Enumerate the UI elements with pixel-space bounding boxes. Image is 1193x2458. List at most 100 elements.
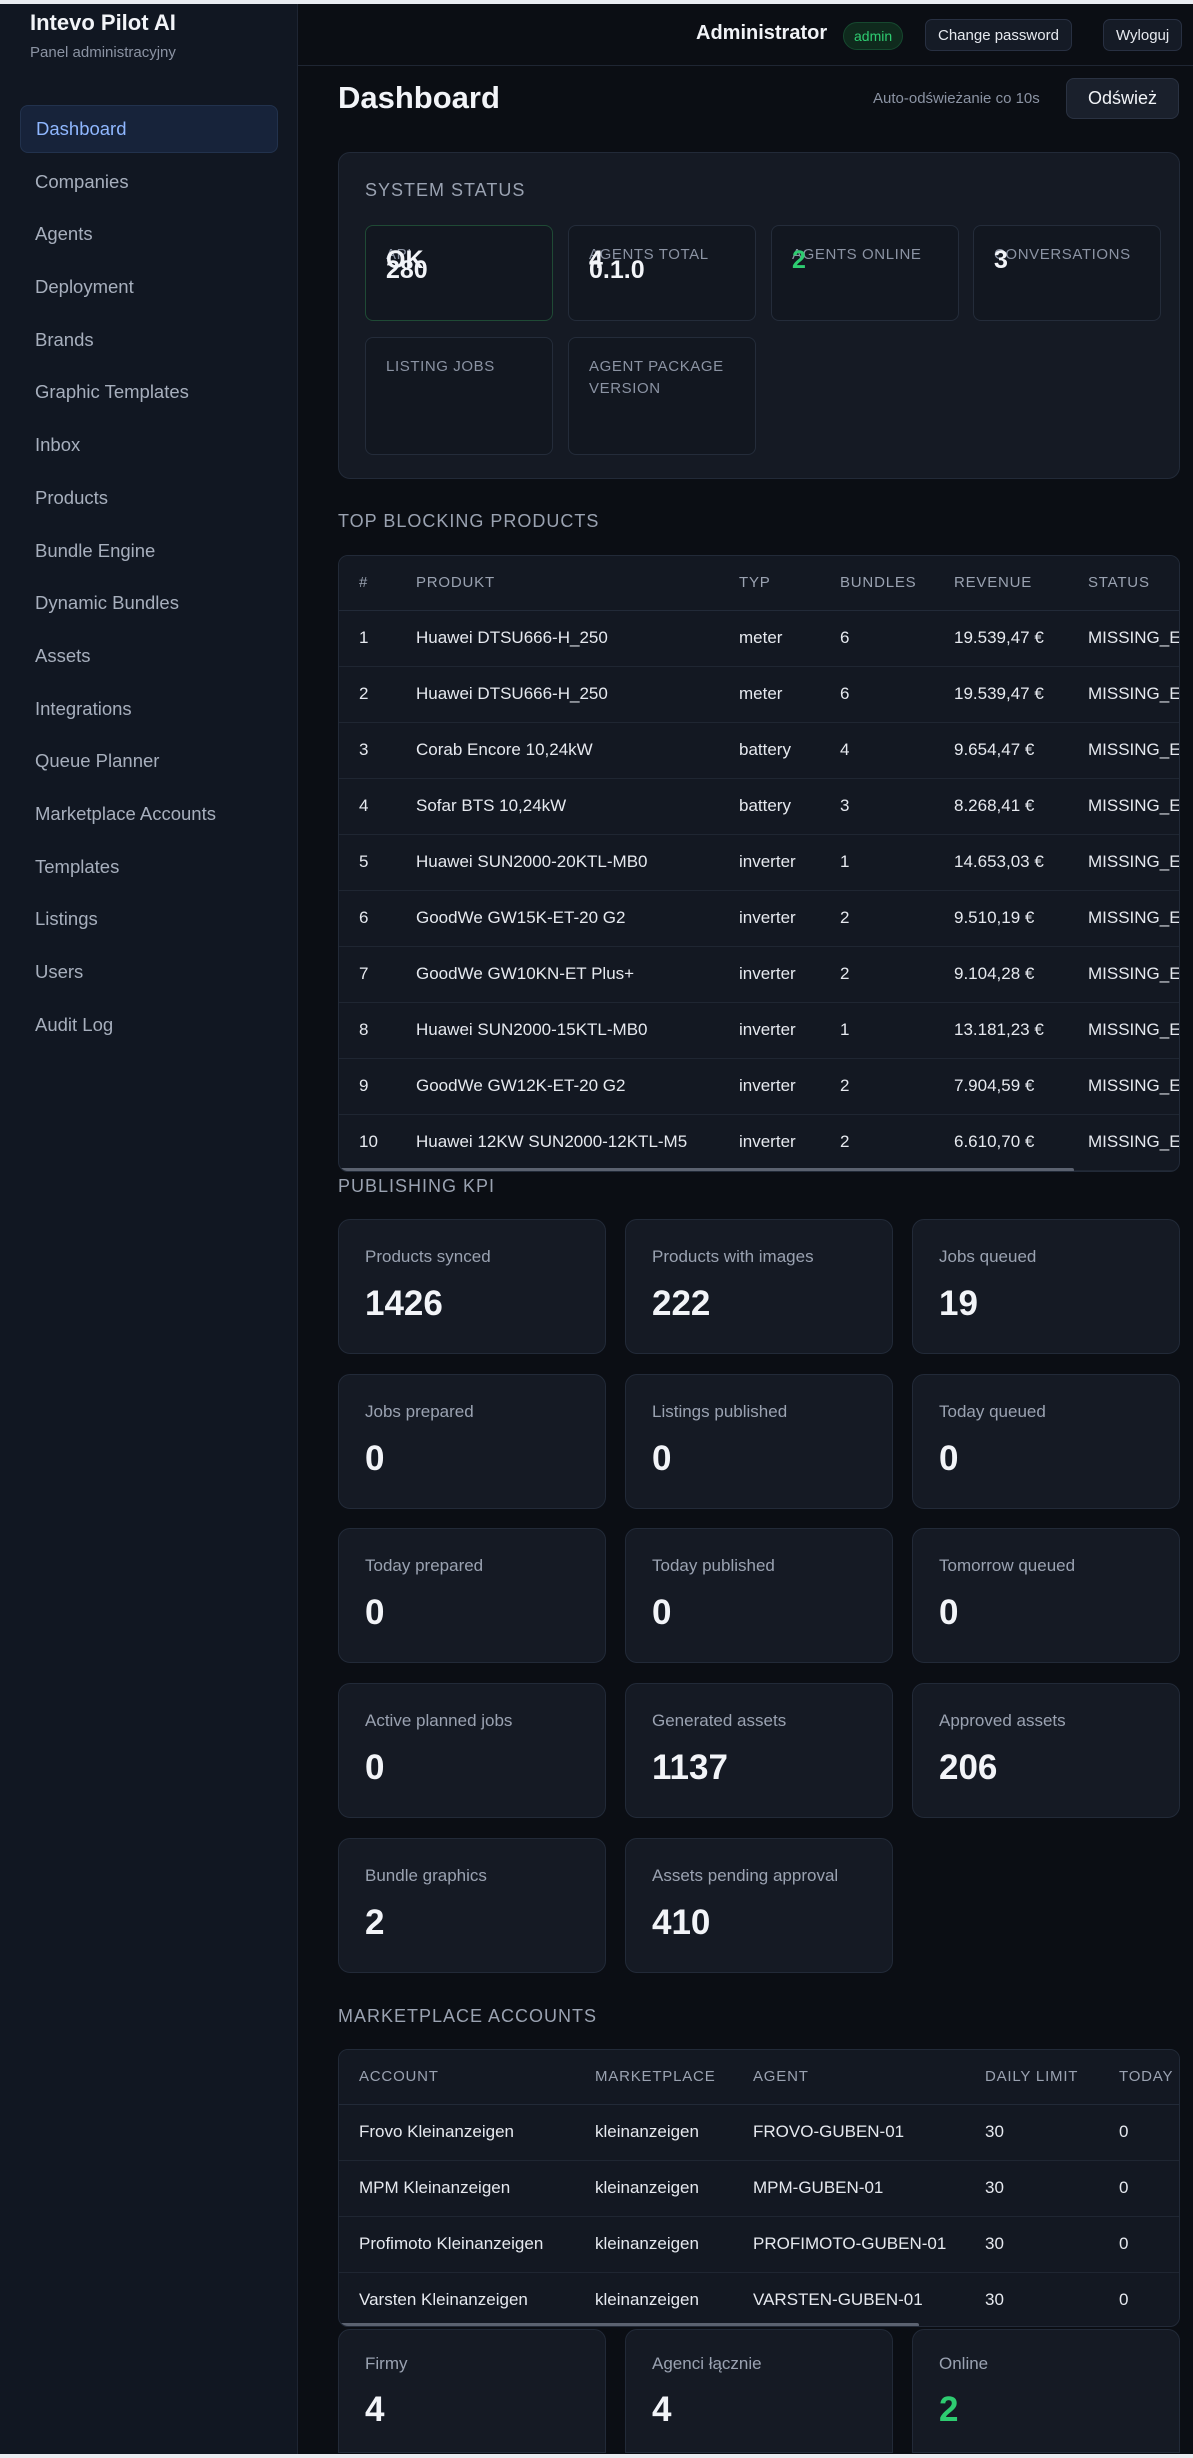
sidebar-item-inbox[interactable]: Inbox [20, 421, 278, 469]
kpi-card-jobs-queued: Jobs queued 19 [912, 1219, 1180, 1354]
sidebar-item-assets[interactable]: Assets [20, 632, 278, 680]
sidebar-item-marketplace-accounts[interactable]: Marketplace Accounts [20, 790, 278, 838]
cell-n: 1 [359, 628, 369, 647]
cell-agent: MPM-GUBEN-01 [753, 2178, 884, 2197]
cell-limit: 30 [985, 2178, 1004, 2197]
change-password-button[interactable]: Change password [925, 19, 1072, 51]
cell-type: inverter [739, 964, 796, 983]
sidebar-item-dynamic-bundles[interactable]: Dynamic Bundles [20, 579, 278, 627]
status-card-value: 2 [792, 246, 806, 274]
cell-account: Frovo Kleinanzeigen [359, 2122, 514, 2141]
sidebar: Intevo Pilot AI Panel administracyjny Da… [0, 4, 298, 2454]
table-row[interactable]: Frovo Kleinanzeigen kleinanzeigen FROVO-GU… [339, 2105, 1179, 2161]
kpi-label: Today published [652, 1556, 775, 1575]
status-card-conversations: Conversations 3 [973, 225, 1161, 321]
cell-today: 0 [1119, 2122, 1129, 2141]
sidebar-item-deployment[interactable]: Deployment [20, 263, 278, 311]
table-row[interactable]: 10 Huawei 12KW SUN2000-12KTL-M5 inverter 2 6… [339, 1115, 1179, 1171]
sidebar-item-queue-planner[interactable]: Queue Planner [20, 737, 278, 785]
blocking-products-title: Top blocking products [338, 511, 600, 531]
cell-revenue: 19.539,47 € [954, 628, 1044, 647]
summary-card-online: Online 2 [912, 2329, 1180, 2453]
kpi-card-listings-published: Listings published 0 [625, 1374, 893, 1509]
cell-n: 7 [359, 964, 369, 983]
table-row[interactable]: 9 GoodWe GW12K-ET-20 G2 inverter 2 7.904,59 … [339, 1059, 1179, 1115]
table-row[interactable]: 7 GoodWe GW10KN-ET Plus+ inverter 2 9.104,28… [339, 947, 1179, 1003]
window-bottom-edge [0, 2454, 1193, 2458]
current-user-name: Administrator [696, 22, 828, 44]
sidebar-item-users[interactable]: Users [20, 948, 278, 996]
sidebar-item-brands[interactable]: Brands [20, 316, 278, 364]
table-row[interactable]: 1 Huawei DTSU666-H_250 meter 6 19.539,47 € MI… [339, 611, 1179, 667]
cell-account: Varsten Kleinanzeigen [359, 2290, 528, 2309]
cell-n: 10 [359, 1132, 378, 1151]
kpi-value: 0 [939, 1593, 959, 1632]
sidebar-item-templates[interactable]: Templates [20, 843, 278, 891]
cell-bundles: 6 [840, 628, 850, 647]
kpi-card-approved-assets: Approved assets 206 [912, 1683, 1180, 1818]
table-row[interactable]: Profimoto Kleinanzeigen kleinanzeigen PROF… [339, 2217, 1179, 2273]
cell-marketplace: kleinanzeigen [595, 2178, 699, 2197]
kpi-card-active-planned-jobs: Active planned jobs 0 [338, 1683, 606, 1818]
column-header-rank: # [359, 574, 369, 591]
kpi-card-today-prepared: Today prepared 0 [338, 1528, 606, 1663]
cell-revenue: 14.653,03 € [954, 852, 1044, 871]
cell-limit: 30 [985, 2290, 1004, 2309]
table-row[interactable]: 6 GoodWe GW15K-ET-20 G2 inverter 2 9.510,19 … [339, 891, 1179, 947]
summary-value: 4 [365, 2390, 385, 2429]
cell-n: 2 [359, 684, 369, 703]
cell-product: Huawei SUN2000-15KTL-MB0 [416, 1020, 648, 1039]
cell-agent: VARSTEN-GUBEN-01 [753, 2290, 923, 2309]
kpi-card-today-published: Today published 0 [625, 1528, 893, 1663]
kpi-label: Today prepared [365, 1556, 484, 1575]
sidebar-item-bundle-engine[interactable]: Bundle Engine [20, 527, 278, 575]
sidebar-item-integrations[interactable]: Integrations [20, 685, 278, 733]
horizontal-scrollbar[interactable] [339, 1168, 1074, 1171]
refresh-button[interactable]: Odśwież [1066, 78, 1179, 119]
table-row[interactable]: 8 Huawei SUN2000-15KTL-MB0 inverter 1 13.181… [339, 1003, 1179, 1059]
cell-n: 4 [359, 796, 369, 815]
cell-type: meter [739, 628, 783, 647]
table-row[interactable]: 5 Huawei SUN2000-20KTL-MB0 inverter 1 14.653… [339, 835, 1179, 891]
kpi-value: 0 [365, 1748, 385, 1787]
kpi-value: 222 [652, 1284, 711, 1323]
cell-product: GoodWe GW12K-ET-20 G2 [416, 1076, 626, 1095]
cell-agent: FROVO-GUBEN-01 [753, 2122, 905, 2141]
cell-bundles: 2 [840, 908, 850, 927]
system-status-panel: System status API OK Agents total 4 Agents o… [338, 152, 1180, 479]
cell-bundles: 2 [840, 964, 850, 983]
summary-label: Firmy [365, 2354, 408, 2373]
cell-today: 0 [1119, 2178, 1129, 2197]
page-title: Dashboard [338, 80, 500, 115]
cell-bundles: 1 [840, 852, 850, 871]
status-card-agents-online: Agents online 2 [771, 225, 959, 321]
logout-button[interactable]: Wyloguj [1103, 19, 1183, 51]
kpi-card-products-synced: Products synced 1426 [338, 1219, 606, 1354]
sidebar-item-agents[interactable]: Agents [20, 210, 278, 258]
table-row[interactable]: 2 Huawei DTSU666-H_250 meter 6 19.539,47 € MI… [339, 667, 1179, 723]
sidebar-item-graphic-templates[interactable]: Graphic Templates [20, 368, 278, 416]
table-row[interactable]: Varsten Kleinanzeigen kleinanzeigen VARSTE… [339, 2273, 1179, 2326]
cell-n: 3 [359, 740, 369, 759]
kpi-label: Today queued [939, 1402, 1046, 1421]
role-badge: admin [843, 22, 904, 50]
kpi-value: 1426 [365, 1284, 443, 1323]
sidebar-item-companies[interactable]: Companies [20, 158, 278, 206]
kpi-label: Active planned jobs [365, 1711, 513, 1730]
sidebar-item-dashboard[interactable]: Dashboard [20, 105, 278, 153]
blocking-products-table: # Produkt Typ Bundles Revenue Status 1 Huawei … [338, 555, 1180, 1172]
table-row[interactable]: MPM Kleinanzeigen kleinanzeigen MPM-GUBEN-… [339, 2161, 1179, 2217]
sidebar-item-listings[interactable]: Listings [20, 895, 278, 943]
status-card-value: 280 [386, 256, 428, 284]
cell-marketplace: kleinanzeigen [595, 2234, 699, 2253]
kpi-card-bundle-graphics: Bundle graphics 2 [338, 1838, 606, 1973]
sidebar-item-products[interactable]: Products [20, 474, 278, 522]
kpi-card-generated-assets: Generated assets 1137 [625, 1683, 893, 1818]
cell-bundles: 3 [840, 796, 850, 815]
kpi-value: 0 [365, 1593, 385, 1632]
table-row[interactable]: 4 Sofar BTS 10,24kW battery 3 8.268,41 € MISS… [339, 779, 1179, 835]
sidebar-item-audit-log[interactable]: Audit Log [20, 1001, 278, 1049]
cell-limit: 30 [985, 2122, 1004, 2141]
horizontal-scrollbar[interactable] [339, 2323, 919, 2326]
table-row[interactable]: 3 Corab Encore 10,24kW battery 4 9.654,47 € M… [339, 723, 1179, 779]
